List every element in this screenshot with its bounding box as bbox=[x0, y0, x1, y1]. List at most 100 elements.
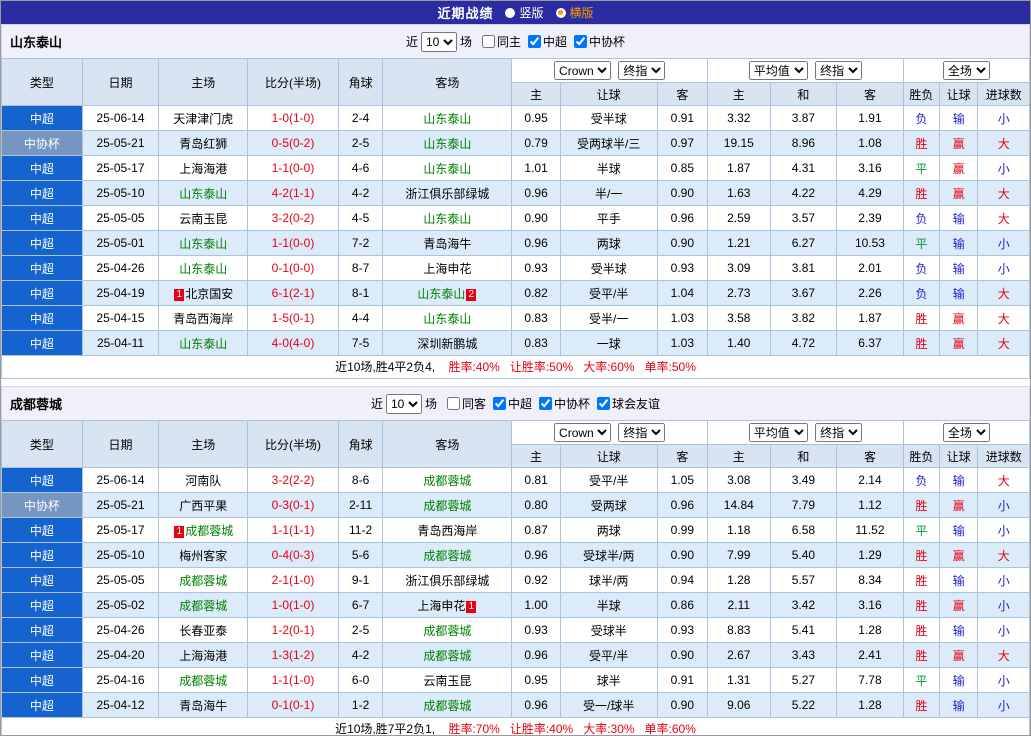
final-index-select[interactable]: 终指 bbox=[618, 61, 666, 80]
match-score[interactable]: 3-2(2-2) bbox=[247, 467, 339, 493]
team-name[interactable]: 成都蓉城 bbox=[185, 524, 233, 538]
average-select[interactable]: 平均值 bbox=[748, 423, 808, 442]
league-badge[interactable]: 中超 bbox=[1, 592, 83, 618]
match-score[interactable]: 3-2(0-2) bbox=[247, 205, 339, 231]
team-name[interactable]: 广西平果 bbox=[179, 499, 227, 513]
team-name[interactable]: 青岛海牛 bbox=[423, 237, 471, 251]
team-name[interactable]: 云南玉昆 bbox=[179, 212, 227, 226]
team-name[interactable]: 上海申花 bbox=[423, 262, 471, 276]
league-badge[interactable]: 中超 bbox=[1, 517, 83, 543]
horizontal-layout-radio[interactable]: 横版 bbox=[555, 4, 594, 21]
filter-checkbox[interactable]: 中协杯 bbox=[574, 33, 625, 50]
team-name[interactable]: 上海海港 bbox=[179, 162, 227, 176]
checkbox-input[interactable] bbox=[446, 397, 460, 410]
match-score[interactable]: 1-0(1-0) bbox=[247, 105, 339, 131]
league-badge[interactable]: 中超 bbox=[1, 667, 83, 693]
league-badge[interactable]: 中超 bbox=[1, 155, 83, 181]
team-name[interactable]: 青岛西海岸 bbox=[173, 312, 233, 326]
league-badge[interactable]: 中超 bbox=[1, 255, 83, 281]
match-score[interactable]: 1-1(1-1) bbox=[247, 517, 339, 543]
team-name[interactable]: 河南队 bbox=[185, 474, 221, 488]
checkbox-input[interactable] bbox=[528, 35, 541, 48]
final-index-select[interactable]: 终指 bbox=[618, 423, 666, 442]
team-name[interactable]: 梅州客家 bbox=[179, 549, 227, 563]
filter-checkbox[interactable]: 中超 bbox=[493, 395, 532, 412]
league-badge[interactable]: 中超 bbox=[1, 467, 83, 493]
league-badge[interactable]: 中超 bbox=[1, 305, 83, 331]
league-badge[interactable]: 中协杯 bbox=[1, 130, 83, 156]
team-name[interactable]: 成都蓉城 bbox=[423, 499, 471, 513]
team-name[interactable]: 成都蓉城 bbox=[423, 624, 471, 638]
match-score[interactable]: 1-0(1-0) bbox=[247, 592, 339, 618]
team-name[interactable]: 深圳新鹏城 bbox=[417, 337, 477, 351]
team-name[interactable]: 云南玉昆 bbox=[423, 674, 471, 688]
league-badge[interactable]: 中协杯 bbox=[1, 492, 83, 518]
match-count-select[interactable]: 10 bbox=[420, 31, 457, 52]
team-name[interactable]: 浙江俱乐部绿城 bbox=[405, 574, 489, 588]
league-badge[interactable]: 中超 bbox=[1, 567, 83, 593]
bookmaker-select[interactable]: Crown bbox=[554, 423, 612, 442]
team-name[interactable]: 成都蓉城 bbox=[423, 474, 471, 488]
final-index-select-2[interactable]: 终指 bbox=[815, 61, 863, 80]
team-name[interactable]: 山东泰山 bbox=[179, 237, 227, 251]
filter-checkbox[interactable]: 同客 bbox=[446, 395, 486, 412]
team-name[interactable]: 上海申花 bbox=[417, 599, 465, 613]
team-name[interactable]: 山东泰山 bbox=[423, 312, 471, 326]
team-name[interactable]: 成都蓉城 bbox=[179, 574, 227, 588]
team-name[interactable]: 山东泰山 bbox=[417, 287, 465, 301]
match-score[interactable]: 1-2(0-1) bbox=[247, 617, 339, 643]
team-name[interactable]: 山东泰山 bbox=[179, 187, 227, 201]
checkbox-input[interactable] bbox=[493, 397, 506, 410]
league-badge[interactable]: 中超 bbox=[1, 330, 83, 356]
league-badge[interactable]: 中超 bbox=[1, 692, 83, 718]
bookmaker-select[interactable]: Crown bbox=[554, 61, 612, 80]
checkbox-input[interactable] bbox=[597, 397, 611, 410]
team-name[interactable]: 成都蓉城 bbox=[179, 674, 227, 688]
team-name[interactable]: 天津津门虎 bbox=[173, 112, 233, 126]
checkbox-input[interactable] bbox=[539, 397, 553, 410]
league-badge[interactable]: 中超 bbox=[1, 180, 83, 206]
match-score[interactable]: 0-1(0-0) bbox=[247, 255, 339, 281]
match-score[interactable]: 1-5(0-1) bbox=[247, 305, 339, 331]
league-badge[interactable]: 中超 bbox=[1, 642, 83, 668]
team-name[interactable]: 青岛海牛 bbox=[179, 699, 227, 713]
league-badge[interactable]: 中超 bbox=[1, 230, 83, 256]
league-badge[interactable]: 中超 bbox=[1, 205, 83, 231]
fullmatch-select[interactable]: 全场 bbox=[942, 61, 990, 80]
league-badge[interactable]: 中超 bbox=[1, 280, 83, 306]
team-name[interactable]: 山东泰山 bbox=[423, 162, 471, 176]
filter-checkbox[interactable]: 中超 bbox=[528, 33, 567, 50]
match-score[interactable]: 1-1(0-0) bbox=[247, 155, 339, 181]
checkbox-input[interactable] bbox=[481, 35, 495, 48]
match-score[interactable]: 6-1(2-1) bbox=[247, 280, 339, 306]
filter-checkbox[interactable]: 球会友谊 bbox=[597, 395, 660, 412]
team-name[interactable]: 山东泰山 bbox=[423, 137, 471, 151]
checkbox-input[interactable] bbox=[574, 35, 588, 48]
team-name[interactable]: 成都蓉城 bbox=[423, 549, 471, 563]
team-name[interactable]: 长春亚泰 bbox=[179, 624, 227, 638]
league-badge[interactable]: 中超 bbox=[1, 105, 83, 131]
average-select[interactable]: 平均值 bbox=[748, 61, 808, 80]
match-score[interactable]: 0-1(0-1) bbox=[247, 692, 339, 718]
match-count-select[interactable]: 10 bbox=[385, 393, 422, 414]
team-name[interactable]: 浙江俱乐部绿城 bbox=[405, 187, 489, 201]
team-name[interactable]: 山东泰山 bbox=[179, 262, 227, 276]
match-score[interactable]: 2-1(1-0) bbox=[247, 567, 339, 593]
team-name[interactable]: 成都蓉城 bbox=[423, 699, 471, 713]
match-score[interactable]: 0-3(0-1) bbox=[247, 492, 339, 518]
vertical-layout-radio[interactable]: 竖版 bbox=[505, 4, 544, 21]
league-badge[interactable]: 中超 bbox=[1, 617, 83, 643]
team-name[interactable]: 山东泰山 bbox=[423, 112, 471, 126]
match-score[interactable]: 4-2(1-1) bbox=[247, 180, 339, 206]
match-score[interactable]: 0-4(0-3) bbox=[247, 542, 339, 568]
team-name[interactable]: 青岛红狮 bbox=[179, 137, 227, 151]
filter-checkbox[interactable]: 中协杯 bbox=[539, 395, 590, 412]
team-name[interactable]: 山东泰山 bbox=[179, 337, 227, 351]
match-score[interactable]: 0-5(0-2) bbox=[247, 130, 339, 156]
league-badge[interactable]: 中超 bbox=[1, 542, 83, 568]
match-score[interactable]: 1-1(0-0) bbox=[247, 230, 339, 256]
match-score[interactable]: 4-0(4-0) bbox=[247, 330, 339, 356]
team-name[interactable]: 青岛西海岸 bbox=[417, 524, 477, 538]
match-score[interactable]: 1-1(1-0) bbox=[247, 667, 339, 693]
team-name[interactable]: 山东泰山 bbox=[423, 212, 471, 226]
